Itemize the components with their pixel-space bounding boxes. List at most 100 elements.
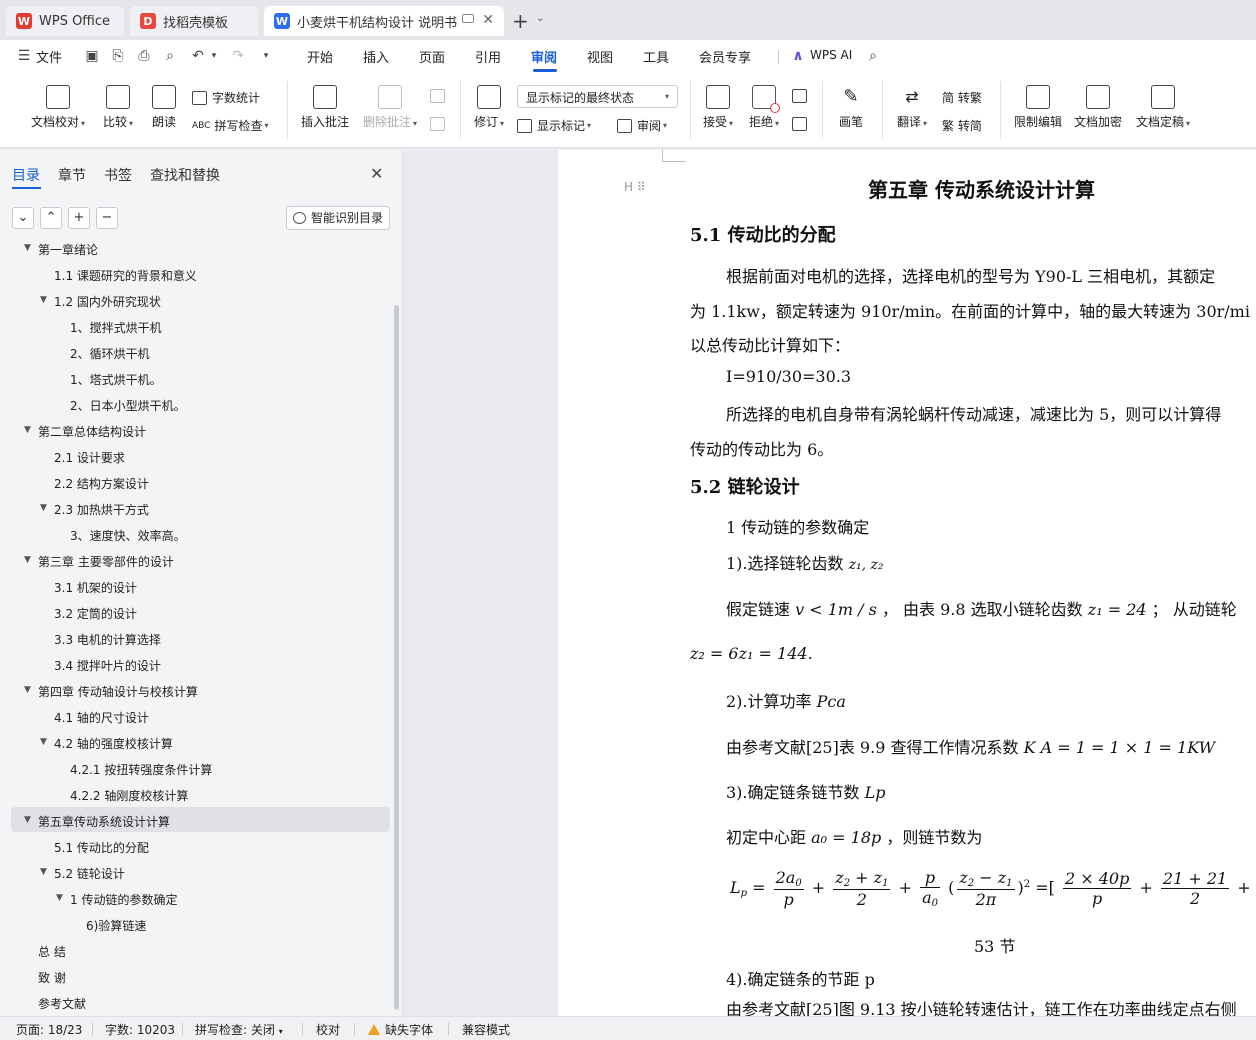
expand-arrow-icon[interactable]: ▼ <box>56 893 63 903</box>
compare-button[interactable]: 比较 ▾ <box>98 85 138 130</box>
menu-file[interactable]: 文件 <box>36 47 62 66</box>
toc-item[interactable]: 总 结 <box>38 943 66 960</box>
toc-item[interactable]: 4.1 轴的尺寸设计 <box>54 709 149 726</box>
export-icon[interactable]: ⎘ <box>110 48 126 64</box>
prev-change-button[interactable] <box>792 89 812 103</box>
toc-item[interactable]: 1、塔式烘干机。 <box>70 371 162 388</box>
toc-item[interactable]: ▼ 5.2 链轮设计 <box>40 865 125 882</box>
reject-button[interactable]: 拒绝 ▾ <box>746 85 782 130</box>
toc-item[interactable]: 4.2.1 按扭转强度条件计算 <box>70 761 212 778</box>
read-aloud-button[interactable]: 朗读 <box>148 85 180 130</box>
expand-arrow-icon[interactable]: ▼ <box>24 555 31 565</box>
collapse-up-button[interactable]: ⌃ <box>40 207 62 229</box>
toc-item[interactable]: ▼ 1 传动链的参数确定 <box>56 891 177 908</box>
menu-view[interactable]: 视图 <box>587 47 613 66</box>
expand-arrow-icon[interactable]: ▼ <box>24 815 31 825</box>
toc-item[interactable]: 2.1 设计要求 <box>54 449 125 466</box>
search-icon[interactable]: ⌕ <box>865 48 881 64</box>
undo-chevron-icon[interactable]: ▾ <box>206 48 222 64</box>
menu-page[interactable]: 页面 <box>419 47 445 66</box>
translate-button[interactable]: ⇄ 翻译 ▾ <box>892 85 932 130</box>
proof-status[interactable]: 校对 <box>316 1021 340 1038</box>
expand-arrow-icon[interactable]: ▼ <box>40 295 47 305</box>
toc-item[interactable]: 3.2 定筒的设计 <box>54 605 137 622</box>
menu-reference[interactable]: 引用 <box>475 47 501 66</box>
next-change-button[interactable] <box>792 117 812 131</box>
toc-item[interactable]: 1、搅拌式烘干机 <box>70 319 162 336</box>
toc-item[interactable]: ▼ 第一章绪论 <box>24 241 98 258</box>
toc-item[interactable]: 2.2 结构方案设计 <box>54 475 149 492</box>
smart-toc-button[interactable]: 智能识别目录 <box>286 206 390 230</box>
toc-item[interactable]: 2、循环烘干机 <box>70 345 150 362</box>
toc-item[interactable]: 3.4 搅拌叶片的设计 <box>54 657 161 674</box>
menu-tools[interactable]: 工具 <box>643 47 669 66</box>
toc-item[interactable]: 5.1 传动比的分配 <box>54 839 149 856</box>
review-pane-button[interactable]: 审阅 ▾ <box>617 117 667 134</box>
delete-comment-button[interactable]: 删除批注 ▾ <box>360 85 420 130</box>
toc-item[interactable]: ▼ 第四章 传动轴设计与校核计算 <box>24 683 198 700</box>
add-heading-button[interactable]: + <box>68 207 90 229</box>
tab-current-document[interactable]: W 小麦烘干机结构设计 说明书（ ✕ <box>264 6 504 36</box>
print-preview-icon[interactable]: ⌕ <box>162 48 178 64</box>
toc-item[interactable]: ▼ 4.2 轴的强度校核计算 <box>40 735 173 752</box>
spell-check-button[interactable]: ABC 拼写检查 ▾ <box>192 117 269 134</box>
page-indicator[interactable]: 页面: 18/23 <box>16 1021 82 1038</box>
next-comment-button[interactable] <box>430 117 450 131</box>
document-page[interactable]: H ⠿ 第五章 传动系统设计计算 5.1 传动比的分配 根据前面对电机的选择，选… <box>558 150 1256 1016</box>
toc-item[interactable]: 1.1 课题研究的背景和意义 <box>54 267 197 284</box>
toc-item[interactable]: 致 谢 <box>38 969 66 986</box>
expand-arrow-icon[interactable]: ▼ <box>24 425 31 435</box>
toc-item[interactable]: ▼ 第五章传动系统设计计算 <box>24 813 170 830</box>
toc-item[interactable]: 参考文献 <box>38 995 86 1012</box>
toc-item[interactable]: 3.1 机架的设计 <box>54 579 137 596</box>
encrypt-button[interactable]: 文档加密 <box>1072 85 1124 130</box>
markup-state-select[interactable]: 显示标记的最终状态 ▾ <box>517 85 678 108</box>
expand-down-button[interactable]: ⌄ <box>12 207 34 229</box>
menu-start[interactable]: 开始 <box>307 47 333 66</box>
missing-font-status[interactable]: 缺失字体 <box>368 1021 433 1038</box>
redo-icon[interactable]: ↷ <box>230 48 246 64</box>
expand-arrow-icon[interactable]: ▼ <box>40 503 47 513</box>
close-icon[interactable]: ✕ <box>482 12 494 28</box>
remove-heading-button[interactable]: − <box>96 207 118 229</box>
sidebar-scrollbar[interactable] <box>394 305 399 1010</box>
heading-style-icon[interactable]: H ⠿ <box>624 180 646 194</box>
tab-chapters[interactable]: 章节 <box>58 165 86 185</box>
track-changes-button[interactable]: 修订 ▾ <box>470 85 508 130</box>
finalize-button[interactable]: 文档定稿 ▾ <box>1132 85 1194 130</box>
tab-find-replace[interactable]: 查找和替换 <box>150 165 220 185</box>
tab-docer-templates[interactable]: D 找稻壳模板 <box>130 6 258 36</box>
toc-item[interactable]: 4.2.2 轴刚度校核计算 <box>70 787 188 804</box>
menu-member[interactable]: 会员专享 <box>699 47 751 66</box>
doc-check-button[interactable]: 文档校对 ▾ <box>28 85 88 130</box>
new-tab-icon[interactable]: + <box>512 9 529 33</box>
monitor-icon[interactable] <box>462 14 474 23</box>
expand-arrow-icon[interactable]: ▼ <box>24 685 31 695</box>
toc-item[interactable]: 3.3 电机的计算选择 <box>54 631 161 648</box>
restrict-edit-button[interactable]: 限制编辑 <box>1012 85 1064 130</box>
menu-wps-ai[interactable]: WPS AI <box>810 48 852 62</box>
spell-check-status[interactable]: 拼写检查: 关闭 ▾ <box>195 1021 283 1038</box>
tab-wps-office[interactable]: W WPS Office <box>6 6 124 36</box>
toc-item[interactable]: 2、日本小型烘干机。 <box>70 397 186 414</box>
word-count-indicator[interactable]: 字数: 10203 <box>105 1021 175 1038</box>
insert-comment-button[interactable]: 插入批注 <box>300 85 350 130</box>
chevron-down-icon[interactable]: ⌄ <box>536 13 544 24</box>
to-traditional-button[interactable]: 简 转繁 <box>942 89 982 106</box>
menu-insert[interactable]: 插入 <box>363 47 389 66</box>
word-count-button[interactable]: 字数统计 <box>192 89 260 106</box>
save-icon[interactable]: ▣ <box>84 48 100 64</box>
hamburger-icon[interactable]: ☰ <box>16 48 32 64</box>
show-markup-button[interactable]: 显示标记 ▾ <box>517 117 591 134</box>
menu-review[interactable]: 审阅 <box>531 47 557 66</box>
undo-icon[interactable]: ↶ <box>190 48 206 64</box>
toc-item[interactable]: ▼ 2.3 加热烘干方式 <box>40 501 149 518</box>
close-icon[interactable]: ✕ <box>370 164 383 183</box>
toc-item[interactable]: ▼ 第三章 主要零部件的设计 <box>24 553 174 570</box>
toc-item[interactable]: 3、速度快、效率高。 <box>70 527 186 544</box>
toc-item[interactable]: ▼ 第二章总体结构设计 <box>24 423 146 440</box>
expand-arrow-icon[interactable]: ▼ <box>24 243 31 253</box>
tab-bookmarks[interactable]: 书签 <box>104 165 132 185</box>
toc-item[interactable]: ▼ 1.2 国内外研究现状 <box>40 293 161 310</box>
expand-arrow-icon[interactable]: ▼ <box>40 867 47 877</box>
